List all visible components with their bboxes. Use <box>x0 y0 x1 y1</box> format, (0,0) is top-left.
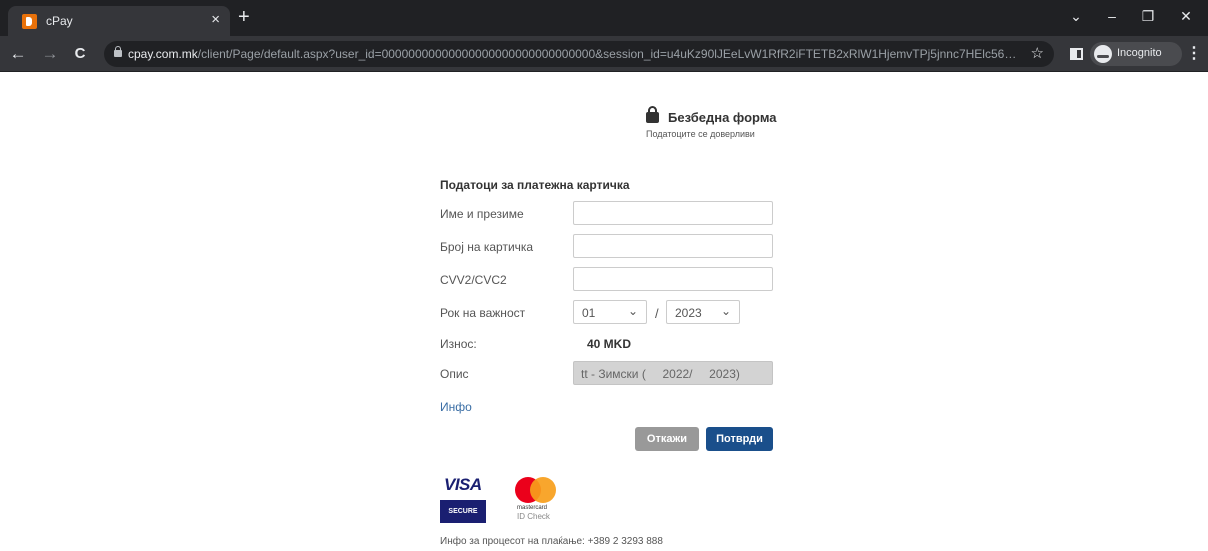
url-host: cpay.com.mk <box>128 47 198 61</box>
address-bar[interactable]: cpay.com.mk/client/Page/default.aspx?use… <box>104 41 1054 67</box>
cvv-input[interactable] <box>573 267 773 291</box>
new-tab-button[interactable]: + <box>238 7 250 27</box>
maximize-button[interactable]: ❐ <box>1138 6 1158 26</box>
tab-search-icon[interactable]: ⌄ <box>1066 6 1086 26</box>
forward-button[interactable]: → <box>40 44 60 64</box>
expiry-label: Рок на важност <box>440 306 526 320</box>
chevron-down-icon: ⌄ <box>720 304 731 318</box>
mastercard-idcheck-logo: mastercard ID Check <box>513 475 561 525</box>
incognito-label: Incognito <box>1117 47 1162 59</box>
visa-secure-bar: SECURE <box>440 500 486 523</box>
card-number-input[interactable] <box>573 234 773 258</box>
description-field: tt - Зимски ( 2022/ 2023) <box>573 361 773 385</box>
expiry-month-select[interactable]: 01 ⌄ <box>573 300 647 324</box>
cvv-label: CVV2/CVC2 <box>440 273 507 287</box>
browser-menu-icon[interactable]: ⋮ <box>1186 44 1202 64</box>
expiry-month-value: 01 <box>582 306 596 320</box>
url-path: /client/Page/default.aspx?user_id=000000… <box>197 47 1018 61</box>
mastercard-wordmark: mastercard <box>517 505 548 511</box>
browser-tab-strip: cPay × + ⌄ – ❐ ✕ <box>0 0 1208 36</box>
bookmark-star-icon[interactable]: ☆ <box>1031 44 1044 62</box>
lock-icon[interactable] <box>114 46 122 57</box>
chevron-down-icon: ⌄ <box>627 304 638 318</box>
info-link[interactable]: Инфо <box>440 400 472 414</box>
expiry-separator: / <box>655 306 659 321</box>
secure-form-title: Безбедна форма <box>668 110 777 125</box>
incognito-badge[interactable]: Incognito <box>1090 42 1182 66</box>
padlock-icon <box>646 106 659 123</box>
description-label: Опис <box>440 367 469 381</box>
card-data-heading: Податоци за платежна картичка <box>440 178 630 192</box>
back-button[interactable]: ← <box>8 44 28 64</box>
payment-info-footer: Инфо за процесот на плаќање: +389 2 3293… <box>440 536 663 547</box>
incognito-icon <box>1094 45 1112 63</box>
expiry-year-value: 2023 <box>675 306 702 320</box>
confirm-button[interactable]: Потврди <box>706 427 773 451</box>
browser-toolbar: ← → C cpay.com.mk/client/Page/default.as… <box>0 36 1208 72</box>
cancel-button[interactable]: Откажи <box>635 427 699 451</box>
mastercard-yellow-circle <box>530 477 556 503</box>
browser-tab[interactable]: cPay × <box>8 6 230 36</box>
cpay-favicon-icon <box>22 14 37 29</box>
side-panel-icon[interactable] <box>1070 48 1083 60</box>
expiry-year-select[interactable]: 2023 ⌄ <box>666 300 740 324</box>
amount-value: 40 MKD <box>587 337 632 351</box>
reload-button[interactable]: C <box>70 44 90 64</box>
name-input[interactable] <box>573 201 773 225</box>
visa-secure-logo: VISA SECURE <box>440 475 486 523</box>
minimize-button[interactable]: – <box>1102 6 1122 26</box>
secure-form-subtitle: Податоците се доверливи <box>646 129 755 139</box>
amount-label: Износ: <box>440 337 477 351</box>
name-label: Име и презиме <box>440 207 524 221</box>
idcheck-wordmark: ID Check <box>517 512 550 521</box>
visa-wordmark: VISA <box>444 475 482 494</box>
close-window-button[interactable]: ✕ <box>1176 6 1196 26</box>
url-text[interactable]: cpay.com.mk/client/Page/default.aspx?use… <box>128 47 1018 61</box>
tab-title: cPay <box>46 14 73 28</box>
card-number-label: Број на картичка <box>440 240 534 254</box>
tab-close-icon[interactable]: × <box>211 11 220 29</box>
